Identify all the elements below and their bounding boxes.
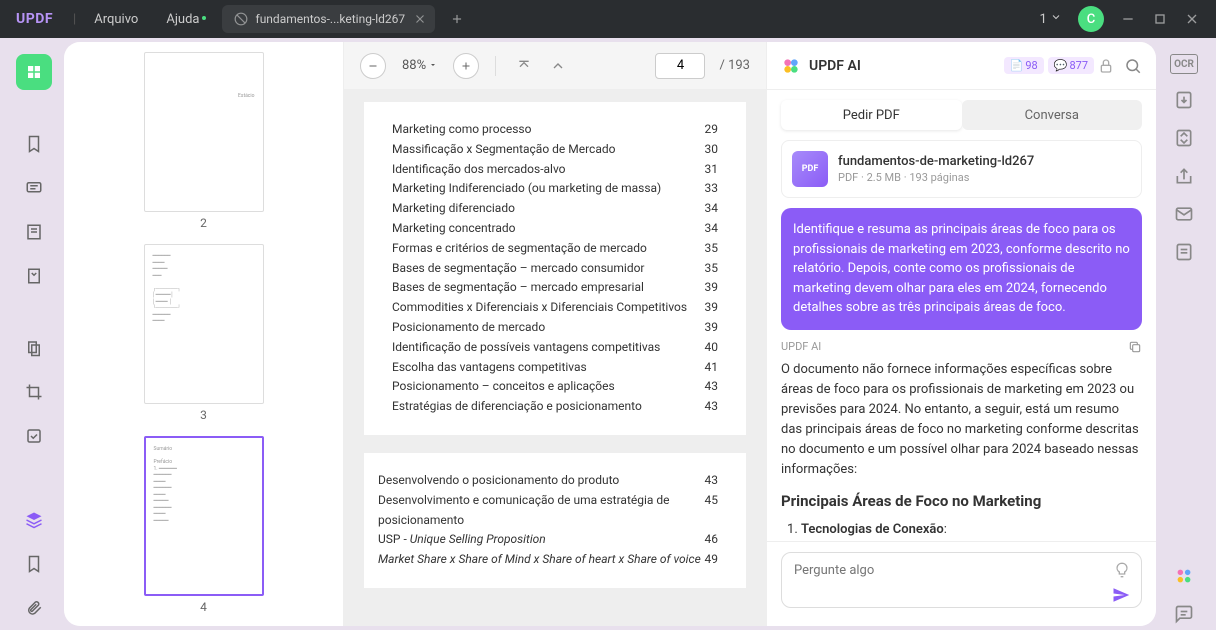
search-icon[interactable] [1124,57,1142,75]
chat-tool[interactable] [1172,602,1196,626]
ai-response: O documento não fornece informações espe… [781,360,1142,542]
toc-line: Commodities x Diferenciais x Diferenciai… [392,298,718,318]
file-meta: PDF · 2.5 MB · 193 páginas [838,171,1131,184]
toc-line: Posicionamento – conceitos e aplicações4… [392,377,718,397]
toc-line: Formas e critérios de segmentação de mer… [392,239,718,259]
toc-line: Estratégias de diferenciação e posiciona… [392,397,718,417]
chevron-down-icon [1050,11,1062,23]
thumbnail-item[interactable]: SumárioPrefácio1. ━━━━━━━━━━━━━━━━━━━━━━… [64,436,343,614]
toc-line: Identificação de possíveis vantagens com… [392,338,718,358]
toc-line: Escolha das vantagens competitivas41 [392,358,718,378]
comment-tool[interactable] [16,170,52,206]
page-total: / 193 [719,58,750,73]
export-tool[interactable] [1172,88,1196,112]
thumb-number: 3 [200,408,207,422]
edit-tool[interactable] [16,258,52,294]
credits-badge[interactable]: 📄98 [1004,57,1044,74]
suggestions-icon[interactable] [1114,562,1130,578]
crop-tool[interactable] [16,374,52,410]
add-tab-button[interactable] [443,5,471,33]
thumbnail-item[interactable]: ━━━━━━━━━━━━━━━━━━┌──────┐│━━━━━││━━━━ │… [64,244,343,422]
send-button[interactable] [1112,586,1130,604]
close-button[interactable] [1184,11,1200,27]
toc-line: Identificação dos mercados-alvo31 [392,160,718,180]
form-tool[interactable] [1172,240,1196,264]
lock-icon [1098,58,1114,74]
minimize-button[interactable] [1120,11,1136,27]
toc-line: Bases de segmentação – mercado empresari… [392,278,718,298]
first-page-button[interactable] [512,54,536,78]
window-count[interactable]: 1 [1039,11,1062,27]
email-tool[interactable] [1172,202,1196,226]
organize-tool[interactable] [16,330,52,366]
thumbnail-panel: Estácio 2 ━━━━━━━━━━━━━━━━━━┌──────┐│━━━… [64,42,344,626]
toc-line: Massificação x Segmentação de Mercado30 [392,140,718,160]
ai-panel: UPDF AI 📄98 💬877 Pedir PDF Conversa PDF … [766,42,1156,626]
bookmark-tool[interactable] [16,126,52,162]
thumb-number: 2 [200,216,207,230]
ai-label: UPDF AI [781,340,821,353]
user-avatar[interactable]: C [1078,6,1104,32]
file-name: fundamentos-de-marketing-ld267 [838,154,1131,169]
thumbnail-item[interactable]: Estácio 2 [64,52,343,230]
ai-input-field[interactable] [781,552,1142,608]
toc-line: Bases de segmentação – mercado consumido… [392,259,718,279]
divider: | [73,12,76,27]
blocked-icon [234,12,248,26]
app-logo: UPDF [0,11,69,27]
close-icon[interactable] [413,12,427,26]
ai-file-card[interactable]: PDF fundamentos-de-marketing-ld267 PDF ·… [781,140,1142,198]
zoom-value[interactable]: 88% [396,58,443,73]
toc-line: Desenvolvendo o posicionamento do produt… [378,471,718,491]
toc-line: Posicionamento de mercado39 [392,318,718,338]
bookmark-outline-tool[interactable] [16,546,52,582]
watermark-tool[interactable] [16,418,52,454]
notification-dot [202,16,206,20]
pdf-icon: PDF [792,151,828,187]
toc-line: Marketing diferenciado34 [392,199,718,219]
ai-logo-icon [781,56,801,76]
zoom-in-button[interactable] [453,53,479,79]
page-input[interactable] [655,53,705,79]
user-message: Identifique e resuma as principais áreas… [781,208,1142,330]
thumb-number: 4 [200,600,207,614]
thumbnails-tool[interactable] [16,54,52,90]
toc-line: Desenvolvimento e comunicação de uma est… [378,491,718,531]
left-toolbar [4,42,64,626]
tab-title: fundamentos-...keting-ld267 [256,12,406,26]
chat-tab[interactable]: Conversa [962,100,1143,130]
attachment-tool[interactable] [16,590,52,626]
right-toolbar: OCR [1156,42,1212,626]
compress-tool[interactable] [1172,126,1196,150]
menu-file[interactable]: Arquivo [80,12,152,27]
menu-help[interactable]: Ajuda [152,12,213,27]
ocr-tool[interactable]: OCR [1170,54,1198,74]
layers-tool[interactable] [16,502,52,538]
maximize-button[interactable] [1152,11,1168,27]
document-tab[interactable]: fundamentos-...keting-ld267 [222,5,436,33]
share-tool[interactable] [1172,164,1196,188]
document-content[interactable]: Marketing como processo29Massificação x … [344,90,766,626]
ask-pdf-tab[interactable]: Pedir PDF [781,100,962,130]
ai-tool[interactable] [1172,564,1196,588]
messages-badge[interactable]: 💬877 [1048,57,1094,74]
toc-line: Marketing como processo29 [392,120,718,140]
toc-line: Market Share x Share of Mind x Share of … [378,550,718,570]
copy-icon[interactable] [1128,340,1142,354]
toc-line: Marketing concentrado34 [392,219,718,239]
zoom-out-button[interactable] [360,53,386,79]
document-toolbar: 88% / 193 [344,42,766,90]
toc-line: USP - Unique Selling Proposition46 [378,530,718,550]
pages-tool[interactable] [16,214,52,250]
prev-page-button[interactable] [546,54,570,78]
toc-line: Marketing Indiferenciado (ou marketing d… [392,179,718,199]
ai-title: UPDF AI [809,58,861,74]
